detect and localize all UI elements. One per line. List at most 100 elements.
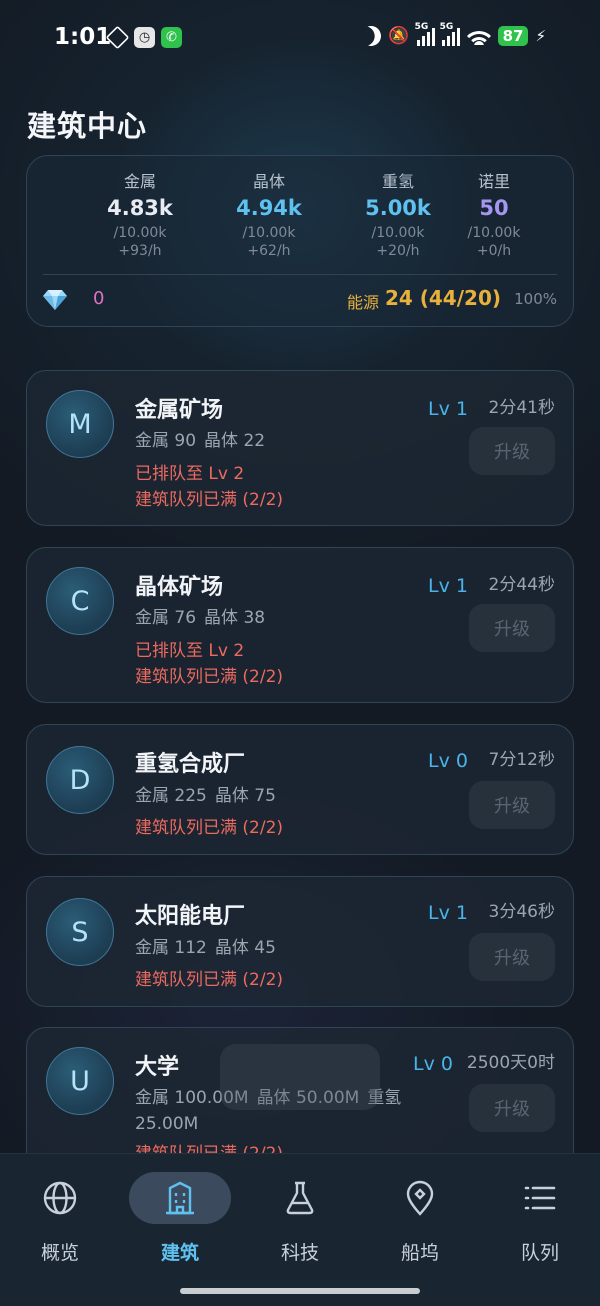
build-time: 3分46秒	[488, 902, 555, 922]
queue-full-warning: 建筑队列已满 (2/2)	[135, 970, 284, 990]
cost-item: 金属 225	[135, 786, 207, 806]
energy-percent: 100%	[514, 290, 557, 308]
diamond-icon	[43, 290, 67, 310]
building-icon-badge: U	[46, 1047, 114, 1115]
building-cost: 金属 112 晶体 45	[135, 935, 445, 961]
divider	[43, 274, 557, 275]
location-pin-icon	[406, 1180, 434, 1216]
building-icon-badge: M	[46, 390, 114, 458]
resource-rate: +93/h	[118, 243, 162, 259]
resource-panel: 金属 4.83k /10.00k +93/h 晶体 4.94k /10.00k …	[26, 155, 574, 327]
queued-status: 已排队至 Lv 2	[135, 464, 245, 484]
cost-item: 金属 112	[135, 938, 207, 958]
resource-capacity: /10.00k	[113, 225, 167, 241]
building-name: 大学	[135, 1055, 180, 1080]
building-icon-badge: D	[46, 746, 114, 814]
resource-value: 50	[479, 196, 509, 220]
nav-buildings[interactable]: 建筑	[120, 1154, 240, 1274]
notification-icons: ◷ ✆	[105, 25, 182, 50]
charging-icon: ⚡	[535, 27, 546, 45]
build-time: 2分41秒	[488, 398, 555, 418]
flask-icon	[286, 1181, 314, 1215]
building-cost: 金属 90 晶体 22	[135, 428, 445, 454]
cost-item: 晶体 38	[204, 608, 266, 628]
do-not-disturb-icon	[359, 23, 385, 49]
home-indicator[interactable]	[180, 1288, 420, 1294]
battery-icon: 87	[497, 26, 529, 46]
nav-label: 队列	[520, 1242, 559, 1264]
resource-capacity: /10.00k	[242, 225, 296, 241]
upgrade-button[interactable]: 升级	[469, 604, 555, 652]
resource-value: 4.94k	[236, 196, 302, 220]
building-card-deuterium-synthesizer[interactable]: D 重氢合成厂 金属 225 晶体 75 建筑队列已满 (2/2) Lv 0 7分…	[26, 724, 574, 855]
globe-icon	[43, 1181, 77, 1215]
clock-app-icon: ◷	[134, 27, 155, 48]
page-title: 建筑中心	[27, 109, 148, 143]
upgrade-button[interactable]: 升级	[469, 933, 555, 981]
building-level: Lv 1	[428, 575, 468, 597]
nav-shipyard[interactable]: 船坞	[360, 1154, 480, 1274]
building-name: 金属矿场	[135, 398, 224, 423]
build-time: 2分44秒	[488, 575, 555, 595]
resource-value: 4.83k	[107, 196, 173, 220]
toast-overlay	[220, 1044, 380, 1110]
cost-item: 晶体 22	[204, 431, 266, 451]
app-notification-icon	[105, 25, 130, 50]
status-time: 1:01	[54, 24, 112, 50]
building-level: Lv 0	[428, 750, 468, 772]
resource-rate: +0/h	[476, 243, 512, 259]
muted-icon: 🔕	[388, 26, 410, 46]
nav-label: 建筑	[160, 1242, 199, 1264]
building-name: 重氢合成厂	[135, 752, 246, 777]
list-icon	[524, 1186, 556, 1210]
bottom-nav: 概览 建筑 科技 船坞 队列	[0, 1153, 600, 1306]
building-cost: 金属 225 晶体 75	[135, 783, 445, 809]
cost-item: 金属 90	[135, 431, 197, 451]
signal-icon: 5G	[440, 22, 460, 46]
upgrade-button[interactable]: 升级	[469, 1084, 555, 1132]
build-time: 7分12秒	[488, 750, 555, 770]
resource-name: 金属	[123, 172, 156, 191]
building-name: 太阳能电厂	[135, 904, 246, 929]
resource-rate: +62/h	[247, 243, 291, 259]
signal-icon: 5G	[415, 22, 435, 46]
cost-item: 晶体 45	[214, 938, 276, 958]
building-name: 晶体矿场	[135, 575, 224, 600]
building-level: Lv 1	[428, 902, 468, 924]
building-card-metal-mine[interactable]: M 金属矿场 金属 90 晶体 22 已排队至 Lv 2 建筑队列已满 (2/2)…	[26, 370, 574, 526]
nav-label: 科技	[280, 1242, 319, 1264]
building-icon-badge: C	[46, 567, 114, 635]
resource-crystal: 晶体 4.94k /10.00k +62/h	[204, 168, 334, 259]
resource-nori: 诺里 50 /10.00k +0/h	[429, 168, 559, 259]
cost-item: 金属 76	[135, 608, 197, 628]
wifi-icon	[466, 27, 491, 45]
build-time: 2500天0时	[466, 1053, 555, 1073]
resource-metal: 金属 4.83k /10.00k +93/h	[75, 168, 205, 259]
queue-full-warning: 建筑队列已满 (2/2)	[135, 490, 284, 510]
cost-item: 晶体 75	[214, 786, 276, 806]
status-bar: 1:01 ◷ ✆ 🔕 5G 5G 87 ⚡	[0, 0, 600, 78]
resource-capacity: /10.00k	[467, 225, 521, 241]
resource-name: 晶体	[252, 172, 285, 191]
nav-queue[interactable]: 队列	[480, 1154, 600, 1274]
building-card-crystal-mine[interactable]: C 晶体矿场 金属 76 晶体 38 已排队至 Lv 2 建筑队列已满 (2/2)…	[26, 547, 574, 703]
resource-name: 诺里	[477, 172, 510, 191]
nav-label: 概览	[40, 1242, 79, 1264]
system-indicators: 🔕 5G 5G 87 ⚡	[359, 22, 546, 49]
building-level: Lv 1	[428, 398, 468, 420]
queue-full-warning: 建筑队列已满 (2/2)	[135, 667, 284, 687]
upgrade-button[interactable]: 升级	[469, 427, 555, 475]
building-card-solar-plant[interactable]: S 太阳能电厂 金属 112 晶体 45 建筑队列已满 (2/2) Lv 1 3分…	[26, 876, 574, 1007]
nav-overview[interactable]: 概览	[0, 1154, 120, 1274]
building-level: Lv 0	[413, 1053, 453, 1075]
energy-value: 24 (44/20)	[384, 286, 501, 310]
building-icon-badge: S	[46, 898, 114, 966]
building-icon	[166, 1181, 194, 1215]
gem-count: 0	[93, 288, 105, 309]
queued-status: 已排队至 Lv 2	[135, 641, 245, 661]
nav-tech[interactable]: 科技	[240, 1154, 360, 1274]
upgrade-button[interactable]: 升级	[469, 781, 555, 829]
energy-label: 能源	[346, 293, 379, 312]
queue-full-warning: 建筑队列已满 (2/2)	[135, 818, 284, 838]
nav-label: 船坞	[400, 1242, 439, 1264]
